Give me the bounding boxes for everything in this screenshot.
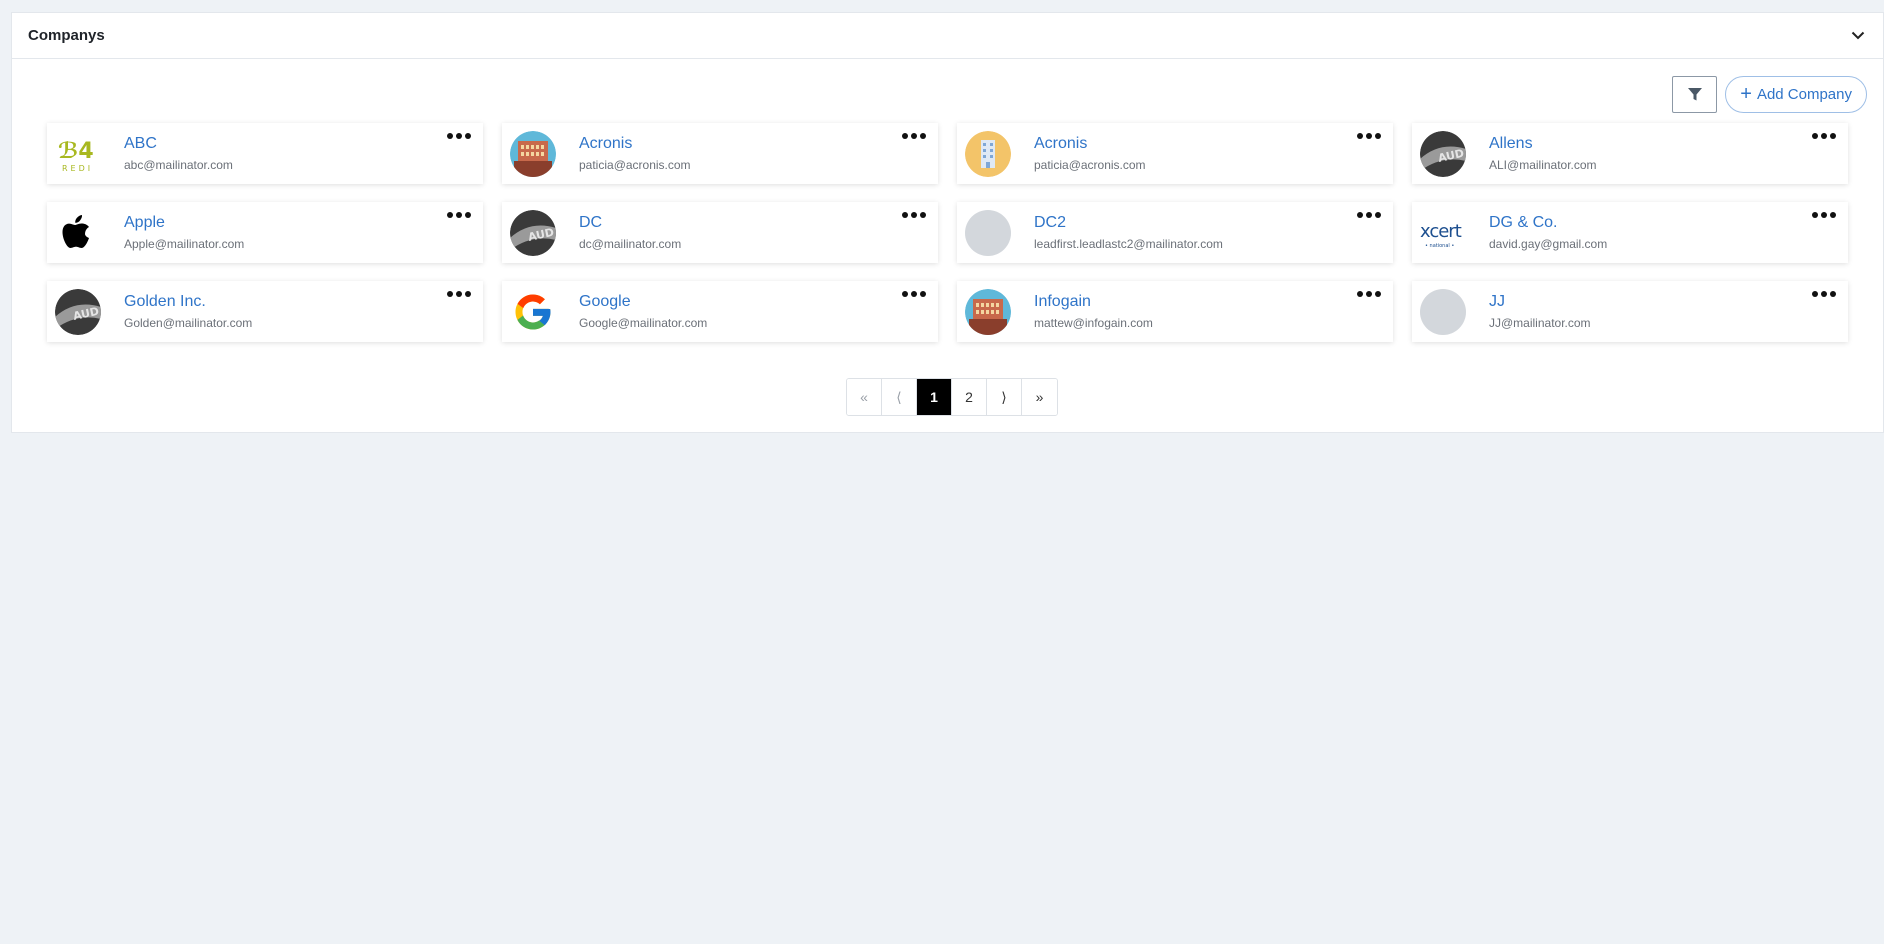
company-name-link[interactable]: Apple [124, 213, 244, 233]
company-info: Golden Inc. Golden@mailinator.com [124, 292, 252, 331]
more-options-icon[interactable] [1357, 291, 1381, 297]
company-info: Acronis paticia@acronis.com [1034, 134, 1146, 173]
plus-icon: + [1740, 82, 1752, 105]
company-card[interactable]: Infogain mattew@infogain.com [957, 281, 1393, 342]
more-options-icon[interactable] [447, 212, 471, 218]
company-email: mattew@infogain.com [1034, 316, 1153, 330]
company-email: Golden@mailinator.com [124, 316, 253, 330]
prev-page-button[interactable]: ⟨ [882, 379, 917, 415]
svg-text:ℬ4: ℬ4 [58, 139, 94, 164]
next-page-button[interactable]: ⟩ [987, 379, 1022, 415]
google-logo [510, 289, 556, 335]
company-card[interactable]: Acronis paticia@acronis.com [502, 123, 938, 184]
more-options-icon[interactable] [902, 291, 926, 297]
svg-text:• national •: • national • [1425, 243, 1454, 249]
add-company-button[interactable]: + Add Company [1725, 76, 1867, 113]
avatar [1420, 288, 1466, 335]
company-card[interactable]: Google Google@mailinator.com [502, 281, 938, 342]
company-card[interactable]: xcert • national • DG & Co. david.gay@gmail… [1412, 202, 1848, 263]
first-page-button[interactable]: « [847, 379, 882, 415]
company-info: Infogain mattew@infogain.com [1034, 292, 1153, 331]
company-info: ABC abc@mailinator.com [124, 134, 233, 173]
panel-header: Companys [12, 13, 1883, 59]
last-page-button[interactable]: » [1022, 379, 1057, 415]
company-email: abc@mailinator.com [124, 158, 233, 172]
company-card[interactable]: AUD Golden Inc. Golden@mailinator.com [47, 281, 483, 342]
more-options-icon[interactable] [1812, 212, 1836, 218]
company-email: david.gay@gmail.com [1489, 237, 1608, 251]
apple-logo [55, 210, 101, 256]
company-name-link[interactable]: JJ [1489, 292, 1591, 312]
xcert-logo: xcert • national • [1420, 210, 1466, 256]
company-email: Apple@mailinator.com [124, 237, 245, 251]
filter-button[interactable] [1672, 76, 1718, 113]
company-email: JJ@mailinator.com [1489, 316, 1591, 330]
company-email: paticia@acronis.com [579, 158, 691, 172]
more-options-icon[interactable] [1812, 133, 1836, 139]
avatar [965, 209, 1011, 256]
company-card[interactable]: DC2 leadfirst.leadlastc2@mailinator.com [957, 202, 1393, 263]
more-options-icon[interactable] [1357, 133, 1381, 139]
building-red-icon [965, 288, 1011, 335]
company-email: dc@mailinator.com [579, 237, 682, 251]
company-email: ALI@mailinator.com [1489, 158, 1597, 172]
building-red-icon [510, 130, 556, 177]
panel-title: Companys [28, 27, 105, 44]
company-name-link[interactable]: Golden Inc. [124, 292, 252, 312]
company-grid: ℬ4 REDI ABC abc@mailinator.com Acronis patici… [47, 123, 1848, 342]
svg-text:xcert: xcert [1420, 221, 1462, 242]
company-info: DG & Co. david.gay@gmail.com [1489, 213, 1607, 252]
audi-car-icon: AUD [55, 288, 101, 335]
pagination: « ⟨ 1 2 ⟩ » [846, 378, 1058, 416]
company-card[interactable]: Acronis paticia@acronis.com [957, 123, 1393, 184]
companies-panel: Companys + Add Company ℬ4 REDI ABC abc@mail… [11, 12, 1884, 433]
abc-logo: ℬ4 REDI [55, 131, 101, 177]
add-company-label: Add Company [1756, 86, 1852, 103]
audi-car-icon: AUD [1420, 130, 1466, 177]
company-name-link[interactable]: Allens [1489, 134, 1597, 154]
company-card[interactable]: JJ JJ@mailinator.com [1412, 281, 1848, 342]
company-name-link[interactable]: ABC [124, 134, 233, 154]
company-name-link[interactable]: DC2 [1034, 213, 1223, 233]
svg-text:REDI: REDI [62, 164, 93, 173]
company-info: Apple Apple@mailinator.com [124, 213, 244, 252]
company-info: Allens ALI@mailinator.com [1489, 134, 1597, 173]
company-email: paticia@acronis.com [1034, 158, 1146, 172]
toolbar: + Add Company [1672, 76, 1867, 113]
company-info: DC2 leadfirst.leadlastc2@mailinator.com [1034, 213, 1223, 252]
more-options-icon[interactable] [447, 291, 471, 297]
company-card[interactable]: Apple Apple@mailinator.com [47, 202, 483, 263]
more-options-icon[interactable] [1357, 212, 1381, 218]
filter-icon [1687, 88, 1702, 101]
building-blue-icon [965, 130, 1011, 177]
company-name-link[interactable]: Acronis [579, 134, 691, 154]
company-card[interactable]: ℬ4 REDI ABC abc@mailinator.com [47, 123, 483, 184]
company-card[interactable]: AUD Allens ALI@mailinator.com [1412, 123, 1848, 184]
audi-car-icon: AUD [510, 209, 556, 256]
more-options-icon[interactable] [447, 133, 471, 139]
company-name-link[interactable]: Infogain [1034, 292, 1153, 312]
page-1-button[interactable]: 1 [917, 379, 952, 415]
company-info: DC dc@mailinator.com [579, 213, 681, 252]
more-options-icon[interactable] [1812, 291, 1836, 297]
company-info: Google Google@mailinator.com [579, 292, 707, 331]
company-name-link[interactable]: Acronis [1034, 134, 1146, 154]
company-email: Google@mailinator.com [579, 316, 708, 330]
page-2-button[interactable]: 2 [952, 379, 987, 415]
more-options-icon[interactable] [902, 133, 926, 139]
company-info: Acronis paticia@acronis.com [579, 134, 691, 173]
company-name-link[interactable]: Google [579, 292, 707, 312]
company-email: leadfirst.leadlastc2@mailinator.com [1034, 237, 1223, 251]
more-options-icon[interactable] [902, 212, 926, 218]
company-info: JJ JJ@mailinator.com [1489, 292, 1591, 331]
company-name-link[interactable]: DC [579, 213, 681, 233]
chevron-down-icon[interactable] [1847, 25, 1869, 47]
company-card[interactable]: AUD DC dc@mailinator.com [502, 202, 938, 263]
company-name-link[interactable]: DG & Co. [1489, 213, 1607, 233]
